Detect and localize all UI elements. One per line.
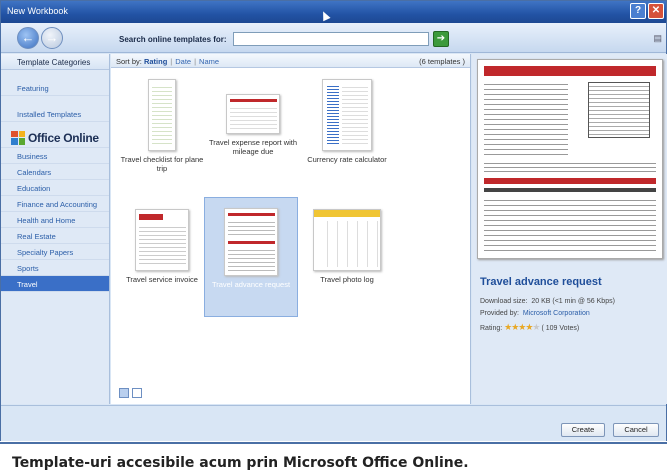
sidebar-item-travel[interactable]: Travel <box>1 276 109 292</box>
template-thumbnail <box>322 79 372 151</box>
search-input[interactable] <box>233 32 429 46</box>
sort-option-rating[interactable]: Rating <box>144 57 167 66</box>
list-view-icon[interactable] <box>132 388 142 398</box>
cancel-button[interactable]: Cancel <box>613 423 659 437</box>
close-button[interactable]: ✕ <box>648 3 664 19</box>
preview-pane: Travel advance request Download size: 20… <box>472 54 667 404</box>
forward-button[interactable]: → <box>41 27 63 49</box>
sidebar-item-real-estate[interactable]: Real Estate <box>1 228 109 244</box>
office-online-logo[interactable]: Office Online <box>1 122 109 148</box>
office-online-brand: Office Online <box>28 130 99 145</box>
download-size-value: 20 KB (<1 min @ 56 Kbps) <box>531 298 615 305</box>
view-toggle <box>119 388 142 398</box>
template-tile[interactable]: Travel photo log <box>301 209 393 284</box>
template-thumbnail <box>135 209 189 271</box>
sidebar-item-specialty-papers[interactable]: Specialty Papers <box>1 244 109 260</box>
template-grid: Travel checklist for plane trip Travel e… <box>111 69 471 389</box>
sidebar-item-sports[interactable]: Sports <box>1 260 109 276</box>
sort-bar: Sort by: Rating | Date | Name (6 templat… <box>111 54 470 68</box>
sidebar-item-business[interactable]: Business <box>1 148 109 164</box>
window-title: New Workbook <box>7 6 68 16</box>
template-tile[interactable]: Travel expense report with mileage due <box>207 94 299 157</box>
template-thumbnail <box>148 79 176 151</box>
rating: Rating: ★★★★★ ( 109 Votes) <box>480 322 580 332</box>
title-bar: New Workbook ? ✕ <box>1 1 666 23</box>
toolbar: ← → Search online templates for: ➔ ▤ <box>1 23 666 53</box>
template-name: Travel checklist for plane trip <box>120 155 204 174</box>
back-button[interactable]: ← <box>17 27 39 49</box>
template-name: Travel expense report with mileage due <box>208 138 298 157</box>
provided-by: Provided by: Microsoft Corporation <box>480 310 590 317</box>
template-thumbnail <box>224 208 278 276</box>
search-label: Search online templates for: <box>119 35 227 44</box>
sort-option-date[interactable]: Date <box>175 57 191 66</box>
go-arrow-icon[interactable]: ➔ <box>433 31 449 47</box>
sidebar-header: Template Categories <box>1 54 109 70</box>
sidebar-item-health-home[interactable]: Health and Home <box>1 212 109 228</box>
template-name: Travel advance request <box>211 280 291 289</box>
preview-title: Travel advance request <box>480 276 602 288</box>
template-name: Travel service invoice <box>126 275 198 284</box>
sidebar-item-featuring[interactable]: Featuring <box>1 80 109 96</box>
new-workbook-dialog: New Workbook ? ✕ ← → Search online templ… <box>0 0 667 441</box>
rating-stars[interactable]: ★★★★★ <box>504 322 540 332</box>
sidebar-item-education[interactable]: Education <box>1 180 109 196</box>
rating-votes: ( 109 Votes) <box>541 325 580 332</box>
template-tile-selected[interactable]: Travel advance request <box>204 197 298 317</box>
template-tile[interactable]: Travel service invoice <box>116 209 208 284</box>
download-size: Download size: 20 KB (<1 min @ 56 Kbps) <box>480 298 615 305</box>
dialog-footer: Create Cancel <box>1 405 666 441</box>
sidebar-item-calendars[interactable]: Calendars <box>1 164 109 180</box>
sort-option-name[interactable]: Name <box>199 57 219 66</box>
template-thumbnail <box>226 94 280 134</box>
mouse-cursor-icon <box>319 9 331 22</box>
sort-label: Sort by: <box>116 57 142 66</box>
template-count: (6 templates ) <box>419 57 465 66</box>
sidebar-item-finance[interactable]: Finance and Accounting <box>1 196 109 212</box>
template-name: Currency rate calculator <box>307 155 387 164</box>
views-icon[interactable]: ▤ <box>653 33 662 44</box>
sidebar-item-installed-templates[interactable]: Installed Templates <box>1 106 109 122</box>
provider-link[interactable]: Microsoft Corporation <box>523 310 590 317</box>
office-logo-icon <box>11 130 25 145</box>
template-preview-image <box>477 59 663 259</box>
template-list-pane: Sort by: Rating | Date | Name (6 templat… <box>111 54 471 404</box>
template-name: Travel photo log <box>320 275 374 284</box>
help-button[interactable]: ? <box>630 3 646 19</box>
figure-caption: Template-uri accesibile acum prin Micros… <box>0 442 667 475</box>
template-tile[interactable]: Travel checklist for plane trip <box>116 79 208 174</box>
thumbnail-view-icon[interactable] <box>119 388 129 398</box>
create-button[interactable]: Create <box>561 423 605 437</box>
template-tile[interactable]: Currency rate calculator <box>301 79 393 164</box>
template-thumbnail <box>313 209 381 271</box>
category-sidebar: Template Categories Featuring Installed … <box>1 54 110 404</box>
